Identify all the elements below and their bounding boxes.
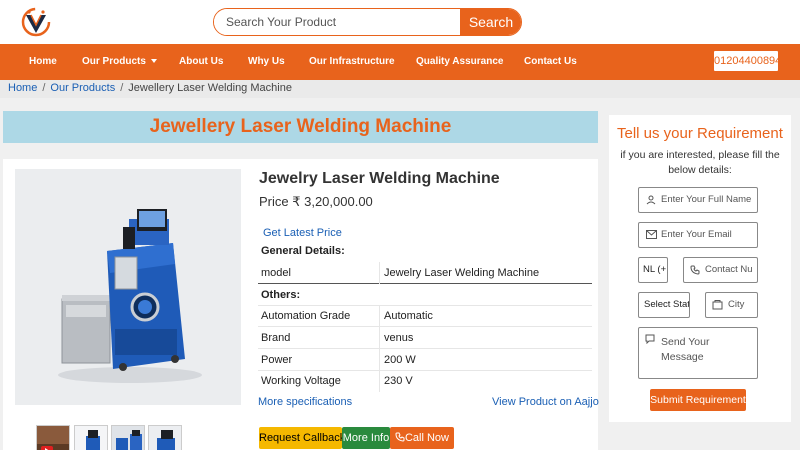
breadcrumb-separator: / — [42, 82, 46, 94]
full-name-placeholder: Enter Your Full Name — [661, 194, 752, 205]
building-icon — [712, 300, 723, 310]
search-button[interactable]: Search — [460, 9, 521, 35]
spec-row: Power 200 W — [258, 349, 592, 371]
view-on-aajjo-link[interactable]: View Product on Aajjo — [492, 396, 599, 408]
spec-value: 200 W — [384, 354, 416, 366]
breadcrumb-separator: / — [120, 82, 124, 94]
nav-our-products[interactable]: Our Products — [82, 44, 157, 80]
product-price: Price ₹ 3,20,000.00 — [259, 194, 373, 209]
more-info-button[interactable]: More Info — [342, 427, 390, 449]
product-thumbnail[interactable] — [36, 425, 70, 450]
phone-number-button[interactable]: 01204400894 — [713, 50, 781, 72]
breadcrumb: Home / Our Products / Jewellery Laser Weldin… — [0, 80, 800, 98]
contact-number-placeholder: Contact Nu — [705, 264, 753, 275]
message-icon — [645, 334, 655, 344]
laser-welding-machine-illustration — [15, 169, 241, 405]
spec-row: Automation Grade Automatic — [258, 305, 592, 327]
search-bar: Search — [213, 8, 522, 36]
nav-our-infrastructure[interactable]: Our Infrastructure — [309, 44, 395, 80]
video-thumbnail-icon — [37, 426, 69, 450]
chevron-down-icon — [150, 59, 157, 64]
submit-requirement-button[interactable]: Submit Requirement — [650, 389, 746, 411]
spec-key: Working Voltage — [261, 375, 341, 387]
general-details-heading-label: General Details: — [261, 245, 345, 257]
state-select-value: Select Stat — [644, 299, 690, 310]
spec-value: Automatic — [384, 310, 433, 322]
spec-row: model Jewelry Laser Welding Machine — [258, 262, 592, 284]
nav-home[interactable]: Home — [29, 44, 57, 80]
product-name: Jewelry Laser Welding Machine — [259, 170, 500, 187]
spec-value: 230 V — [384, 375, 413, 387]
nav-about-us[interactable]: About Us — [179, 44, 223, 80]
product-main-image[interactable] — [15, 169, 241, 405]
phone-icon — [395, 432, 405, 442]
state-select[interactable]: Select Stat — [638, 292, 690, 318]
city-field[interactable]: City — [705, 292, 758, 318]
main-nav: Home Our Products About Us Why Us Our In… — [0, 44, 800, 80]
nav-our-products-label: Our Products — [82, 56, 146, 67]
search-input[interactable] — [214, 9, 460, 35]
spec-key: model — [261, 267, 291, 279]
page-title: Jewellery Laser Welding Machine — [3, 111, 598, 143]
product-card: Jewelry Laser Welding Machine Price ₹ 3,… — [3, 159, 599, 450]
requirement-form-subtitle: if you are interested, please fill the b… — [620, 149, 780, 176]
machine-thumbnail-icon — [112, 426, 144, 450]
spec-divider — [379, 327, 380, 349]
spec-row: Working Voltage 230 V — [258, 370, 592, 392]
machine-thumbnail-icon — [75, 426, 107, 450]
spec-divider — [379, 349, 380, 371]
machine-thumbnail-icon — [149, 426, 181, 450]
spec-divider — [379, 305, 380, 327]
breadcrumb-current: Jewellery Laser Welding Machine — [128, 82, 292, 94]
general-details-heading: General Details: — [258, 240, 592, 262]
nav-contact-us[interactable]: Contact Us — [524, 44, 577, 80]
email-field[interactable]: Enter Your Email — [638, 222, 758, 248]
spec-row: Brand venus — [258, 327, 592, 349]
spec-divider — [379, 262, 380, 284]
phone-icon — [690, 265, 700, 275]
top-header: Search — [0, 0, 800, 44]
requirement-form-title: Tell us your Requirement — [617, 125, 783, 142]
breadcrumb-home[interactable]: Home — [8, 82, 37, 94]
others-heading: Others: — [258, 284, 592, 306]
nav-why-us[interactable]: Why Us — [248, 44, 285, 80]
country-code-select[interactable]: NL (+ — [638, 257, 668, 283]
email-placeholder: Enter Your Email — [661, 229, 732, 240]
spec-value: Jewelry Laser Welding Machine — [384, 267, 540, 279]
product-thumbnail[interactable] — [111, 425, 145, 450]
envelope-icon — [646, 230, 657, 239]
spec-key: Power — [261, 354, 293, 366]
call-now-label: Call Now — [404, 432, 449, 444]
spec-divider — [379, 370, 380, 392]
city-placeholder: City — [728, 299, 745, 310]
spec-key: Automation Grade — [261, 310, 351, 322]
nav-quality-assurance[interactable]: Quality Assurance — [416, 44, 503, 80]
breadcrumb-our-products[interactable]: Our Products — [50, 82, 115, 94]
user-icon — [646, 195, 656, 205]
others-heading-label: Others: — [261, 289, 301, 301]
call-now-button[interactable]: Call Now — [390, 427, 454, 449]
message-placeholder: Send Your Message — [661, 336, 710, 363]
requirement-form: Tell us your Requirement if you are inte… — [609, 115, 791, 422]
full-name-field[interactable]: Enter Your Full Name — [638, 187, 758, 213]
message-field[interactable]: Send Your Message — [638, 327, 758, 379]
country-code-value: NL (+ — [643, 264, 667, 275]
more-specifications-link[interactable]: More specifications — [258, 396, 352, 408]
product-thumbnail[interactable] — [148, 425, 182, 450]
spec-value: venus — [384, 332, 414, 344]
get-latest-price-link[interactable]: Get Latest Price — [263, 227, 342, 239]
brand-logo[interactable] — [18, 6, 54, 38]
spec-key: Brand — [261, 332, 291, 344]
contact-number-field[interactable]: Contact Nu — [683, 257, 758, 283]
product-thumbnail[interactable] — [74, 425, 108, 450]
request-callback-button[interactable]: Request Callback — [259, 427, 345, 449]
